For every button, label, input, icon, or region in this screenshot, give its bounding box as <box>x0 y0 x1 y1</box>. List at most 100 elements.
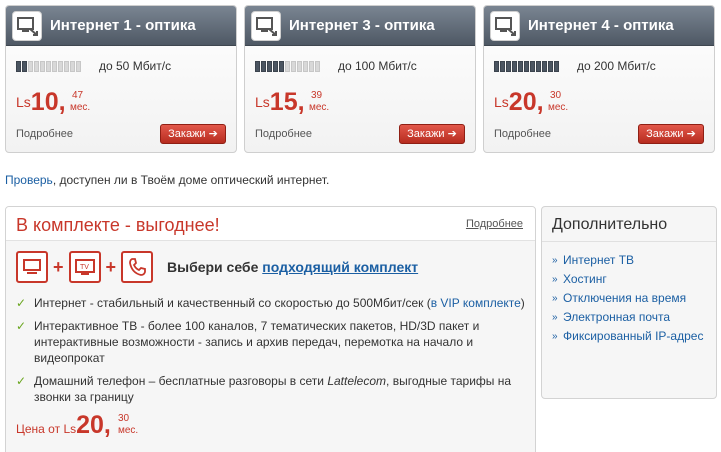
feature-text: Интернет - стабильный и качественный со … <box>34 296 431 310</box>
price-int: 20, <box>508 88 544 116</box>
additional-item: » Отключения на время <box>552 291 712 306</box>
speed-bar <box>28 60 33 72</box>
speed-bar <box>64 60 69 72</box>
price-period: мес. <box>309 102 330 113</box>
feature-text: Интерактивное ТВ - более 100 каналов, 7 … <box>34 319 480 365</box>
plus-sign: + <box>53 256 64 277</box>
order-button[interactable]: Закажи ➔ <box>638 124 704 144</box>
computer-icon <box>490 11 520 41</box>
plan-price: Ls15, 39 мес. <box>255 88 329 117</box>
arrow-icon: » <box>552 293 558 304</box>
plan-more-link[interactable]: Подробнее <box>16 128 73 140</box>
additional-link-static-ip[interactable]: Фиксированный IP-адрес <box>563 329 703 343</box>
speed-bar <box>261 60 266 72</box>
speed-bar <box>40 60 45 72</box>
speed-bar <box>500 60 505 72</box>
arrow-icon: » <box>552 274 558 285</box>
speed-label: до 100 Мбит/с <box>338 59 417 73</box>
check-link[interactable]: Проверь <box>5 173 53 187</box>
additional-link-internet-tv[interactable]: Интернет ТВ <box>563 253 634 267</box>
arrow-icon: » <box>552 331 558 342</box>
speed-bar <box>542 60 547 72</box>
speed-bar <box>524 60 529 72</box>
plan-card-header: Интернет 1 - оптика <box>6 6 236 46</box>
speed-bar <box>285 60 290 72</box>
speed-bar <box>255 60 260 72</box>
order-button[interactable]: Закажи ➔ <box>399 124 465 144</box>
feature-phone: ✓ Домашний телефон – бесплатные разговор… <box>16 373 526 405</box>
additional-item: » Хостинг <box>552 272 712 287</box>
bundle-more-link[interactable]: Подробнее <box>466 218 523 230</box>
computer-icon <box>12 11 42 41</box>
speed-bar <box>530 60 535 72</box>
feature-text: Домашний телефон – бесплатные разговоры … <box>34 374 328 388</box>
plan-more-link[interactable]: Подробнее <box>494 128 551 140</box>
speed-meter: до 100 Мбит/с <box>255 59 417 73</box>
speed-bar <box>518 60 523 72</box>
price-from: Цена от <box>16 422 64 436</box>
divider <box>542 241 716 242</box>
bundle-title: В комплекте - выгоднее! <box>16 215 220 235</box>
price-cents: 47 <box>72 90 84 101</box>
speed-bar <box>303 60 308 72</box>
phone-icon <box>121 251 154 283</box>
speed-bar <box>22 60 27 72</box>
plan-card-2: Интернет 3 - оптика до 100 Мбит/с Ls15, … <box>244 5 476 153</box>
feature-internet: ✓ Интернет - стабильный и качественный с… <box>16 295 526 311</box>
price-currency: Ls <box>494 94 509 110</box>
brand-name: Lattelecom <box>327 374 387 388</box>
plus-sign: + <box>105 256 117 277</box>
speed-label: до 200 Мбит/с <box>577 59 656 73</box>
speed-bar <box>34 60 39 72</box>
bundle-header: В комплекте - выгоднее! Подробнее <box>6 207 535 241</box>
plan-price: Ls20, 30 мес. <box>494 88 568 117</box>
order-button[interactable]: Закажи ➔ <box>160 124 226 144</box>
check-text: , доступен ли в Твоём доме оптический ин… <box>52 173 330 187</box>
speed-bars <box>255 60 320 72</box>
additional-link-email[interactable]: Электронная почта <box>563 310 670 324</box>
service-icons: + TV + <box>16 251 154 283</box>
plan-card-1: Интернет 1 - оптика до 50 Мбит/с Ls10, 4… <box>5 5 237 153</box>
speed-bars <box>494 60 559 72</box>
plan-card-header: Интернет 3 - оптика <box>245 6 475 46</box>
choose-bundle-link[interactable]: подходящий комплект <box>262 259 418 275</box>
check-icon: ✓ <box>16 319 27 333</box>
additional-item: » Электронная почта <box>552 310 712 325</box>
tv-icon-label: TV <box>80 264 89 271</box>
additional-item: » Фиксированный IP-адрес <box>552 329 712 344</box>
price-cents: 39 <box>311 90 323 101</box>
price-currency: Ls <box>16 94 31 110</box>
speed-bar <box>494 60 499 72</box>
speed-bar <box>58 60 63 72</box>
speed-bar <box>70 60 75 72</box>
speed-bar <box>554 60 559 72</box>
additional-link-hosting[interactable]: Хостинг <box>563 272 607 286</box>
arrow-icon: » <box>552 312 558 323</box>
price-period: мес. <box>70 102 91 113</box>
choose-bundle: Выбери себе подходящий комплект <box>167 259 418 275</box>
speed-label: до 50 Мбит/с <box>99 59 172 73</box>
feature-text-end: ) <box>520 296 525 310</box>
speed-bar <box>16 60 21 72</box>
additional-panel: Дополнительно » Интернет ТВ » Хостинг » Отк… <box>541 206 717 399</box>
plan-price: Ls10, 47 мес. <box>16 88 90 117</box>
speed-bar <box>46 60 51 72</box>
plan-more-link[interactable]: Подробнее <box>255 128 312 140</box>
speed-meter: до 50 Мбит/с <box>16 59 172 73</box>
speed-bar <box>315 60 320 72</box>
price-currency: Ls <box>255 94 270 110</box>
price-int: 10, <box>30 88 66 116</box>
tv-icon: TV <box>68 251 101 283</box>
additional-link-suspension[interactable]: Отключения на время <box>563 291 686 305</box>
price-period: мес. <box>548 102 569 113</box>
plan-card-header: Интернет 4 - оптика <box>484 6 714 46</box>
computer-icon <box>16 251 48 283</box>
plan-title: Интернет 4 - оптика <box>528 17 674 34</box>
speed-bar <box>512 60 517 72</box>
plan-card-3: Интернет 4 - оптика до 200 Мбит/с Ls20, … <box>483 5 715 153</box>
vip-link[interactable]: в VIP комплекте <box>431 296 521 310</box>
check-icon: ✓ <box>16 296 27 310</box>
price-period: мес. <box>118 425 139 436</box>
feature-tv: ✓ Интерактивное ТВ - более 100 каналов, … <box>16 318 526 366</box>
speed-bar <box>267 60 272 72</box>
